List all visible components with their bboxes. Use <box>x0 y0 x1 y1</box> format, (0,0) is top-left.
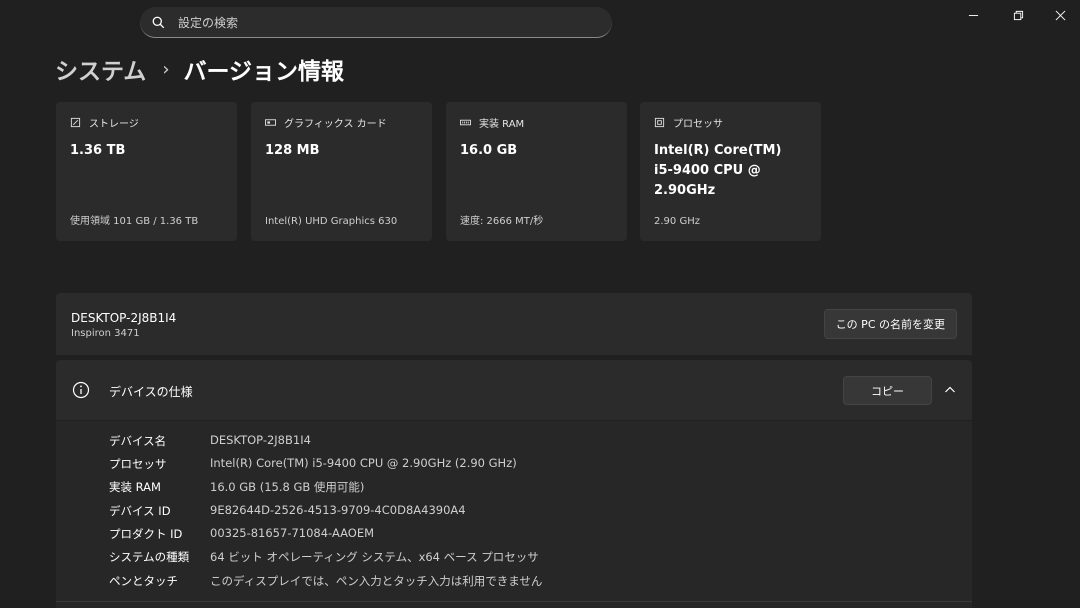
spec-row: ペンとタッチ このディスプレイでは、ペン入力とタッチ入力は利用できません <box>109 573 542 589</box>
ram-card: 実装 RAM 16.0 GB 速度: 2666 MT/秒 <box>446 102 627 241</box>
processor-icon <box>654 117 665 128</box>
processor-value: Intel(R) Core(TM) i5-9400 CPU @ 2.90GHz <box>654 141 807 201</box>
graphics-title: グラフィックス カード <box>284 119 387 130</box>
spec-value: このディスプレイでは、ペン入力とタッチ入力は利用できません <box>210 574 543 588</box>
spec-label: デバイス名 <box>109 434 167 448</box>
pc-name: DESKTOP-2J8B1I4 <box>71 311 177 325</box>
processor-title: プロセッサ <box>673 119 723 130</box>
breadcrumb: システム › バージョン情報 <box>55 52 344 86</box>
spec-row: プロダクト ID 00325-81657-71084-AAOEM <box>109 526 374 542</box>
spec-value: 9E82644D-2526-4513-9709-4C0D8A4390A4 <box>210 503 466 517</box>
spec-label: ペンとタッチ <box>109 574 178 588</box>
storage-card: ストレージ 1.36 TB 使用領域 101 GB / 1.36 TB <box>56 102 237 241</box>
close-button[interactable] <box>1042 4 1078 26</box>
storage-icon <box>70 117 81 128</box>
processor-sub: 2.90 GHz <box>654 216 700 227</box>
spec-value: 64 ビット オペレーティング システム、x64 ベース プロセッサ <box>210 550 539 564</box>
graphics-card: グラフィックス カード 128 MB Intel(R) UHD Graphics… <box>251 102 432 241</box>
spec-value: 00325-81657-71084-AAOEM <box>210 526 375 540</box>
device-spec-title: デバイスの仕様 <box>109 385 193 399</box>
close-icon <box>1055 10 1065 20</box>
breadcrumb-system-link[interactable]: システム <box>55 52 146 86</box>
storage-value: 1.36 TB <box>70 143 126 158</box>
restore-button[interactable] <box>1000 4 1036 26</box>
chevron-up-icon[interactable] <box>944 384 956 396</box>
graphics-sub: Intel(R) UHD Graphics 630 <box>265 216 398 227</box>
spec-label: システムの種類 <box>109 550 190 564</box>
minimize-icon <box>968 14 978 16</box>
device-spec-header[interactable]: デバイスの仕様 コピー <box>56 360 972 420</box>
graphics-card-icon <box>265 119 276 126</box>
processor-value-line: Intel(R) Core(TM) <box>654 143 782 158</box>
spec-label: 実装 RAM <box>109 480 161 494</box>
divider <box>56 601 972 602</box>
graphics-value: 128 MB <box>265 143 320 158</box>
pc-name-section: DESKTOP-2J8B1I4 Inspiron 3471 この PC の名前を… <box>56 293 972 355</box>
search-box[interactable]: 設定の検索 <box>140 7 612 38</box>
processor-card: プロセッサ Intel(R) Core(TM) i5-9400 CPU @ 2.… <box>640 102 821 241</box>
search-icon <box>152 16 165 28</box>
storage-sub: 使用領域 101 GB / 1.36 TB <box>70 216 199 227</box>
ram-value: 16.0 GB <box>460 143 518 158</box>
spec-value: 16.0 GB (15.8 GB 使用可能) <box>210 480 365 494</box>
spec-value: DESKTOP-2J8B1I4 <box>210 433 311 447</box>
spec-row: システムの種類 64 ビット オペレーティング システム、x64 ベース プロセ… <box>109 549 539 565</box>
info-icon <box>72 381 90 399</box>
spec-row: 実装 RAM 16.0 GB (15.8 GB 使用可能) <box>109 479 364 495</box>
spec-row: プロセッサ Intel(R) Core(TM) i5-9400 CPU @ 2.… <box>109 456 517 472</box>
copy-button[interactable]: コピー <box>843 376 932 405</box>
spec-row: デバイス ID 9E82644D-2526-4513-9709-4C0D8A43… <box>109 503 466 519</box>
storage-title: ストレージ <box>89 119 139 130</box>
processor-value-line: 2.90GHz <box>654 183 716 198</box>
spec-row: デバイス名 DESKTOP-2J8B1I4 <box>109 433 311 449</box>
processor-value-line: i5-9400 CPU @ <box>654 163 761 178</box>
page-title: バージョン情報 <box>183 59 345 85</box>
ram-title: 実装 RAM <box>479 119 525 130</box>
pc-model: Inspiron 3471 <box>71 328 140 339</box>
rename-pc-button[interactable]: この PC の名前を変更 <box>823 309 957 339</box>
restore-icon <box>1013 10 1023 20</box>
spec-label: プロセッサ <box>109 457 167 471</box>
spec-value: Intel(R) Core(TM) i5-9400 CPU @ 2.90GHz … <box>210 456 517 470</box>
ram-sub: 速度: 2666 MT/秒 <box>460 216 544 227</box>
ram-icon <box>460 119 471 126</box>
spec-label: プロダクト ID <box>109 527 183 541</box>
breadcrumb-separator: › <box>162 58 170 80</box>
device-spec-body: デバイス名 DESKTOP-2J8B1I4 プロセッサ Intel(R) Cor… <box>56 421 972 608</box>
spec-label: デバイス ID <box>109 504 171 518</box>
minimize-button[interactable] <box>955 4 991 26</box>
search-input[interactable]: 設定の検索 <box>178 14 238 31</box>
